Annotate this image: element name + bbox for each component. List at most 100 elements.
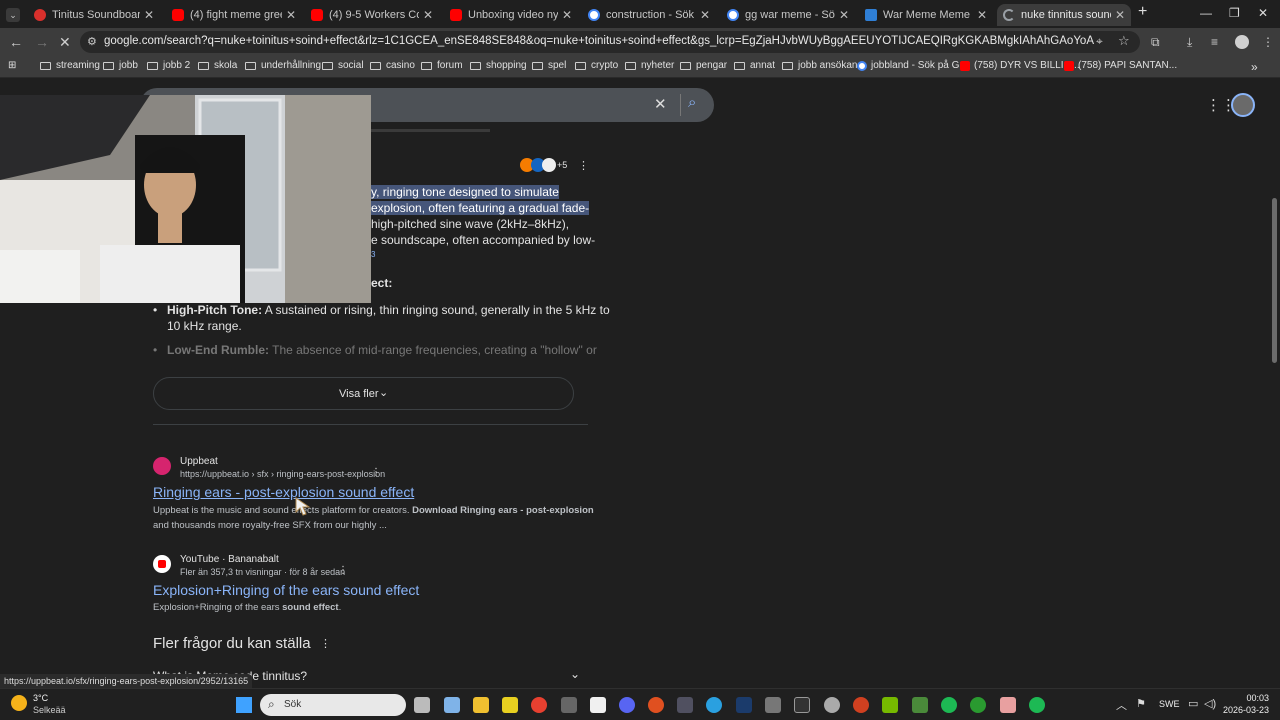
- spotify-icon[interactable]: [941, 697, 957, 713]
- minimize-icon[interactable]: —: [1200, 6, 1212, 20]
- nvidia-icon[interactable]: [882, 697, 898, 713]
- tab-3[interactable]: Unboxing video ny mikrof ✕: [444, 4, 578, 26]
- file-explorer-icon[interactable]: [473, 697, 489, 713]
- volume-icon[interactable]: ◁): [1204, 697, 1216, 710]
- bookmark-folder[interactable]: jobb 2: [147, 60, 190, 71]
- network-icon[interactable]: ▭: [1188, 697, 1198, 710]
- overflow-menu-icon[interactable]: ⋮: [578, 159, 589, 172]
- paa-menu-icon[interactable]: ⋮: [320, 637, 331, 650]
- app-icon[interactable]: [706, 697, 722, 713]
- bookmark-folder[interactable]: crypto: [575, 60, 618, 71]
- result-link[interactable]: Explosion+Ringing of the ears sound effe…: [153, 582, 419, 598]
- tray-chevron-icon[interactable]: ︿: [1116, 697, 1127, 713]
- bookmark-link[interactable]: (758) PAPI SANTAN...: [1064, 60, 1177, 71]
- url-text[interactable]: google.com/search?q=nuke+toinitus+soind+…: [104, 35, 1094, 47]
- spotify-icon[interactable]: [1029, 697, 1045, 713]
- new-tab-button[interactable]: +: [1138, 3, 1147, 21]
- bookmark-folder[interactable]: nyheter: [625, 60, 674, 71]
- result-link[interactable]: Ringing ears - post-explosion sound effe…: [153, 484, 414, 500]
- more-bookmarks-icon[interactable]: »: [1251, 60, 1258, 74]
- apps-icon[interactable]: ⊞: [8, 60, 16, 71]
- account-avatar[interactable]: [1231, 93, 1255, 117]
- bookmark-folder[interactable]: jobb: [103, 60, 138, 71]
- discord-icon[interactable]: [619, 697, 635, 713]
- site-info-icon[interactable]: ⚙: [87, 35, 97, 48]
- app-icon[interactable]: [824, 697, 840, 713]
- result-menu-icon[interactable]: ⋮: [371, 467, 381, 478]
- clear-icon[interactable]: ✕: [654, 95, 667, 113]
- tab-6[interactable]: War Meme Meme – War M ✕: [859, 4, 993, 26]
- app-icon[interactable]: [1000, 697, 1016, 713]
- bookmark-link[interactable]: jobbland - Sök på G...: [857, 60, 968, 71]
- app-icon[interactable]: [912, 697, 928, 713]
- location-icon[interactable]: ⌖: [1096, 34, 1103, 49]
- bookmark-star-icon[interactable]: ☆: [1118, 33, 1130, 49]
- tab-2[interactable]: (4) 9-5 Workers Confront ✕: [305, 4, 439, 26]
- bookmark-folder[interactable]: shopping: [470, 60, 527, 71]
- close-icon[interactable]: ✕: [1115, 8, 1125, 22]
- steam-icon[interactable]: [736, 697, 752, 713]
- close-icon[interactable]: ✕: [423, 8, 433, 22]
- tab-search-button[interactable]: ⌄: [0, 4, 26, 26]
- address-bar[interactable]: ⚙ google.com/search?q=nuke+toinitus+soin…: [80, 31, 1140, 53]
- windows-start-icon[interactable]: [236, 697, 252, 713]
- bookmark-folder[interactable]: skola: [198, 60, 237, 71]
- taskbar-search[interactable]: ⌕ Sök: [260, 694, 406, 716]
- document-icon[interactable]: [590, 697, 606, 713]
- tab-1[interactable]: (4) fight meme green scre ✕: [166, 4, 302, 26]
- clock-time[interactable]: 00:03: [1227, 693, 1269, 703]
- close-window-icon[interactable]: ✕: [1258, 6, 1268, 20]
- tab-0[interactable]: Tinitus Soundboard - Inst ✕: [28, 4, 160, 26]
- tab-4[interactable]: construction - Sök på Goo ✕: [582, 4, 716, 26]
- close-icon[interactable]: ✕: [286, 8, 296, 22]
- bookmark-folder[interactable]: casino: [370, 60, 415, 71]
- folder-icon: [532, 61, 543, 70]
- bookmark-folder[interactable]: spel: [532, 60, 566, 71]
- chevron-down-icon[interactable]: ⌄: [570, 667, 580, 681]
- weather-icon[interactable]: [11, 695, 27, 711]
- app-icon[interactable]: [648, 697, 664, 713]
- xbox-icon[interactable]: [970, 697, 986, 713]
- profile-avatar[interactable]: [1235, 35, 1249, 49]
- back-icon[interactable]: ←: [9, 34, 23, 50]
- bookmark-folder[interactable]: jobb ansökan: [782, 60, 858, 71]
- bookmark-folder[interactable]: social: [322, 60, 364, 71]
- close-icon[interactable]: ✕: [839, 8, 849, 22]
- forward-icon[interactable]: →: [35, 34, 49, 50]
- reading-list-icon[interactable]: ≡: [1211, 35, 1218, 49]
- bookmark-folder[interactable]: forum: [421, 60, 463, 71]
- app-icon[interactable]: [853, 697, 869, 713]
- extensions-icon[interactable]: ⧉: [1151, 35, 1160, 50]
- epic-games-icon[interactable]: [794, 697, 810, 713]
- folder-icon[interactable]: [765, 697, 781, 713]
- close-icon[interactable]: ✕: [144, 8, 154, 22]
- tab-5[interactable]: gg war meme - Sök på Go ✕: [721, 4, 855, 26]
- search-icon[interactable]: ⌕: [688, 94, 696, 111]
- task-view-icon[interactable]: [414, 697, 430, 713]
- bookmark-link[interactable]: (758) DYR VS BILLIG...: [960, 60, 1080, 71]
- store-icon[interactable]: [561, 697, 577, 713]
- tab-7-active[interactable]: nuke tinnitus sound effec ✕: [997, 4, 1131, 26]
- download-icon[interactable]: ⤓: [1187, 35, 1192, 50]
- restore-icon[interactable]: ❐: [1229, 6, 1240, 20]
- stop-icon[interactable]: ✕: [59, 34, 71, 51]
- chrome-icon[interactable]: [531, 697, 547, 713]
- close-icon[interactable]: ✕: [700, 8, 710, 22]
- tray-icon[interactable]: ⚑: [1136, 697, 1146, 710]
- scrollbar-thumb[interactable]: [1272, 198, 1277, 363]
- menu-icon[interactable]: ⋮: [1262, 35, 1274, 49]
- result-menu-icon[interactable]: ⋮: [338, 565, 348, 576]
- bookmark-folder[interactable]: underhållning: [245, 60, 321, 71]
- close-icon[interactable]: ✕: [562, 8, 572, 22]
- bookmark-folder[interactable]: annat: [734, 60, 775, 71]
- language-indicator[interactable]: SWE: [1159, 699, 1180, 709]
- calculator-icon[interactable]: [444, 697, 460, 713]
- show-more-button[interactable]: Visa fler ⌄: [153, 377, 574, 410]
- citation-badge[interactable]: 3: [371, 250, 375, 259]
- bookmark-folder[interactable]: streaming: [40, 60, 100, 71]
- app-icon[interactable]: [677, 697, 693, 713]
- close-icon[interactable]: ✕: [977, 8, 987, 22]
- bookmark-folder[interactable]: pengar: [680, 60, 727, 71]
- sticky-notes-icon[interactable]: [502, 697, 518, 713]
- clock-date[interactable]: 2026-03-23: [1217, 705, 1269, 715]
